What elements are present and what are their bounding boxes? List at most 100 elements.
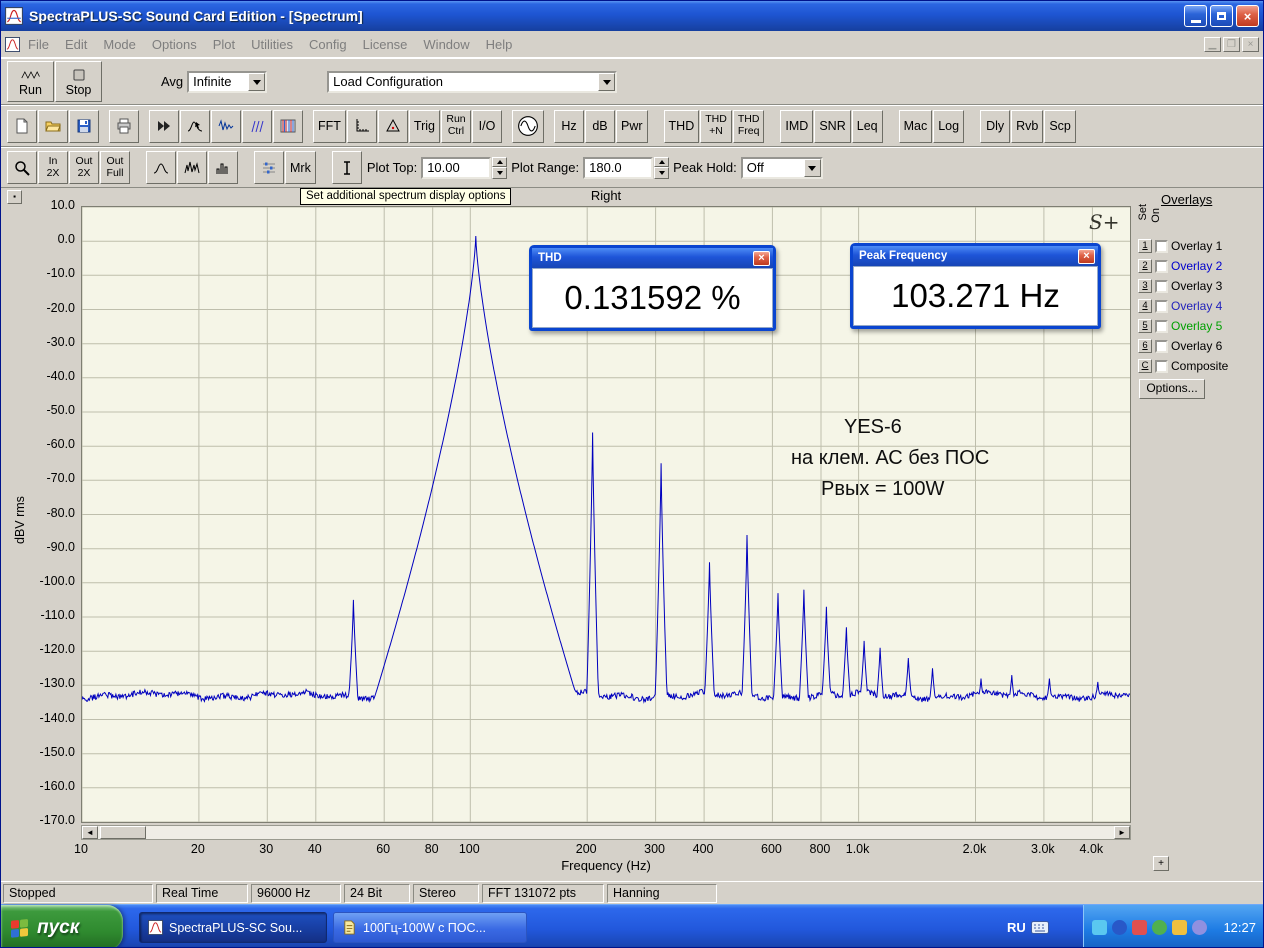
thd-window-close-icon[interactable]: × [753,250,770,266]
menu-help[interactable]: Help [478,34,521,55]
zoom-out-full-button[interactable]: Out Full [100,151,130,184]
overlay-on-checkbox-C[interactable] [1155,359,1168,373]
imd-button[interactable]: IMD [780,109,814,143]
spin-up-icon[interactable] [492,156,508,167]
spectrum-view-button[interactable] [180,109,210,143]
overlay-options-button[interactable]: Options... [1139,379,1205,399]
new-document-button[interactable] [7,109,37,143]
thd-button[interactable]: THD [663,109,700,143]
menu-options[interactable]: Options [144,34,205,55]
peak-window-titlebar[interactable]: Peak Frequency × [853,246,1098,266]
horizontal-scrollbar[interactable]: ◄ ► [81,825,1131,840]
scroll-left-icon[interactable]: ◄ [82,826,98,839]
jagged-curve-button[interactable] [177,151,207,184]
close-button[interactable]: × [1236,5,1259,27]
mdi-restore-button[interactable]: ❒ [1223,36,1240,52]
db-units-button[interactable]: dB [585,109,615,143]
power-units-button[interactable]: Pwr [616,109,648,143]
fft-settings-button[interactable]: FFT [313,109,346,143]
spin-down-icon[interactable] [492,166,508,179]
tray-icon-6[interactable] [1192,920,1207,935]
menu-file[interactable]: File [20,34,57,55]
overlay-on-checkbox-3[interactable] [1155,279,1168,293]
hz-units-button[interactable]: Hz [554,109,584,143]
mdi-close-button[interactable]: × [1242,36,1259,52]
bar-display-button[interactable] [208,151,238,184]
overlay-on-checkbox-6[interactable] [1155,339,1168,353]
mixer-button[interactable] [254,151,284,184]
save-button[interactable] [69,109,99,143]
menu-license[interactable]: License [355,34,416,55]
menu-plot[interactable]: Plot [205,34,243,55]
scaling-button[interactable] [346,109,377,143]
start-button[interactable]: пуск [1,905,123,947]
mdi-minimize-button[interactable]: ▁ [1204,36,1221,52]
tray-icon-4[interactable] [1152,920,1167,935]
tray-icon-2[interactable] [1112,920,1127,935]
overlay-set-button-6[interactable]: 6 [1138,339,1152,353]
overlay-set-button-2[interactable]: 2 [1138,259,1152,273]
scope-button[interactable]: Scp [1044,109,1076,143]
spectrogram-button[interactable] [273,109,303,143]
tray-icon-5[interactable] [1172,920,1187,935]
open-button[interactable] [38,109,68,143]
peak-hold-select[interactable]: Off [740,156,823,179]
thd-window-titlebar[interactable]: THD × [532,248,773,268]
snr-button[interactable]: SNR [814,109,851,143]
overlay-set-button-4[interactable]: 4 [1138,299,1152,313]
zoom-button[interactable] [7,151,37,184]
overlay-on-checkbox-2[interactable] [1155,259,1168,273]
expand-button[interactable]: + [1153,856,1169,871]
overlay-set-button-1[interactable]: 1 [1138,239,1152,253]
peak-frequency-window[interactable]: Peak Frequency × 103.271 Hz [850,243,1101,329]
peak-window-close-icon[interactable]: × [1078,248,1095,264]
menu-mode[interactable]: Mode [95,34,144,55]
spin-up-icon[interactable] [654,156,670,167]
restore-button[interactable] [1210,5,1233,27]
signal-generator-button[interactable] [512,109,544,143]
spin-down-icon[interactable] [654,166,670,179]
overlays-header-link[interactable]: Overlays [1161,192,1212,207]
marker-button[interactable]: Mrk [285,151,316,184]
surface-plot-button[interactable] [242,109,272,143]
time-series-button[interactable] [211,109,241,143]
plot-top-input[interactable]: 10.00 [421,156,492,179]
taskbar-task-1[interactable]: 100Гц-100W с ПОС... [333,912,527,943]
plot-range-input[interactable]: 180.0 [583,156,654,179]
tray-icon-1[interactable] [1092,920,1107,935]
plot-range-spinner[interactable] [654,156,670,179]
load-configuration-arrow-icon[interactable] [598,72,616,91]
tray-icon-3[interactable] [1132,920,1147,935]
smooth-curve-button[interactable] [146,151,176,184]
reverb-button[interactable]: Rvb [1011,109,1044,143]
log-button[interactable]: Log [933,109,965,143]
load-configuration-select[interactable]: Load Configuration [327,70,618,93]
run-button[interactable]: Run [7,61,54,102]
overlay-on-checkbox-5[interactable] [1155,319,1168,333]
avg-select[interactable]: Infinite [187,70,268,93]
menu-edit[interactable]: Edit [57,34,95,55]
scrollbar-thumb[interactable] [100,826,146,839]
fast-forward-button[interactable] [149,109,179,143]
scroll-right-icon[interactable]: ► [1114,826,1130,839]
phase-button[interactable] [377,109,408,143]
menu-config[interactable]: Config [301,34,355,55]
stop-button[interactable]: Stop [55,61,102,102]
overlay-set-button-5[interactable]: 5 [1138,319,1152,333]
macro-button[interactable]: Mac [898,109,933,143]
leq-button[interactable]: Leq [851,109,883,143]
run-control-button[interactable]: Run Ctrl [441,109,471,143]
io-device-button[interactable]: I/O [472,109,502,143]
thd-freq-button[interactable]: THD Freq [732,109,765,143]
trigger-button[interactable]: Trig [408,109,440,143]
plot-top-spinner[interactable] [492,156,508,179]
zoom-out-2x-button[interactable]: Out 2X [69,151,99,184]
menu-window[interactable]: Window [415,34,477,55]
menu-utilities[interactable]: Utilities [243,34,301,55]
minimize-button[interactable] [1184,5,1207,27]
thd-n-button[interactable]: THD +N [700,109,732,143]
taskbar-task-0[interactable]: SpectraPLUS-SC Sou... [139,912,327,943]
delay-button[interactable]: Dly [980,109,1011,143]
overlay-on-checkbox-4[interactable] [1155,299,1168,313]
print-button[interactable] [109,109,139,143]
